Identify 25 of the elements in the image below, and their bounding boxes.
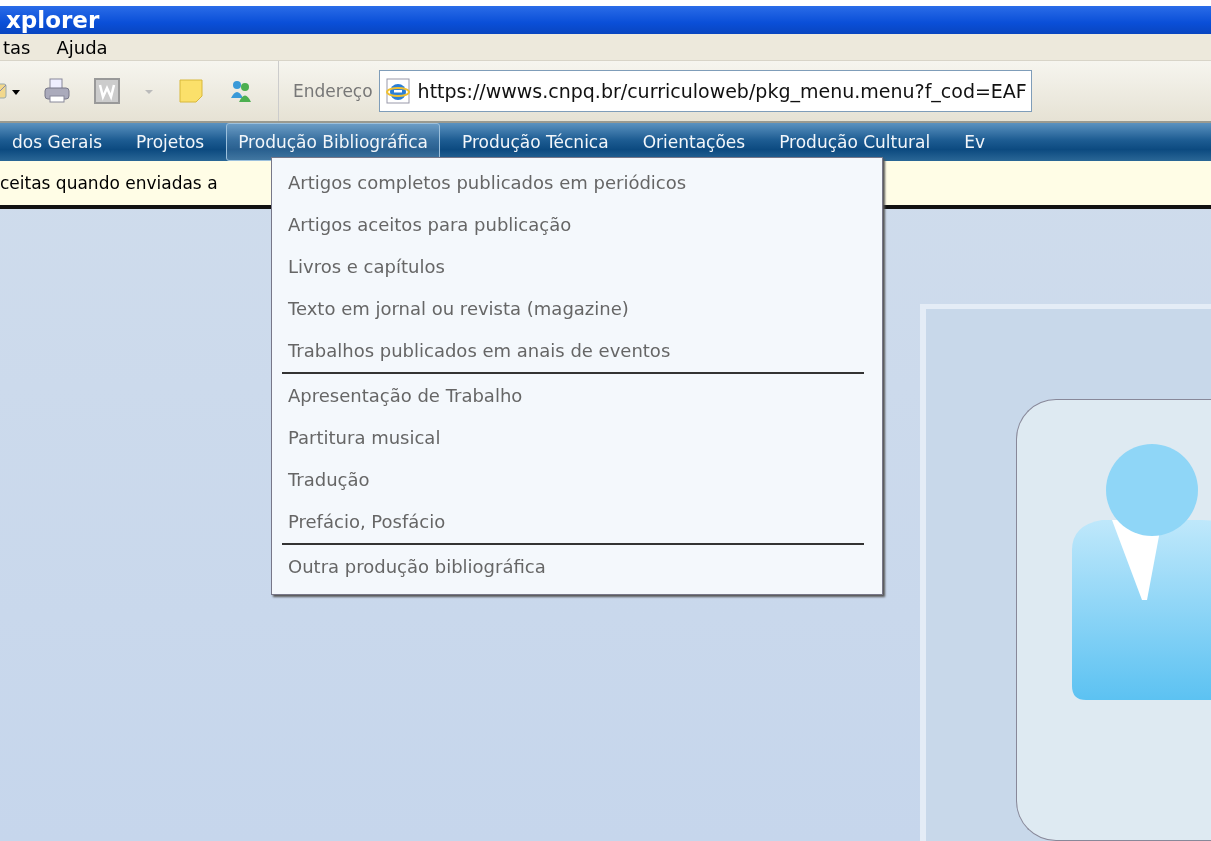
menu-item[interactable]: Texto em jornal ou revista (magazine) bbox=[282, 288, 864, 330]
menu-item[interactable]: Trabalhos publicados em anais de eventos bbox=[282, 330, 864, 372]
menu-item[interactable]: Prefácio, Posfácio bbox=[282, 501, 864, 543]
menu-item[interactable]: Partitura musical bbox=[282, 417, 864, 459]
browser-icon bbox=[383, 77, 412, 105]
address-field[interactable]: https://wwws.cnpq.br/curriculoweb/pkg_menu.menu?f_cod=EAF bbox=[378, 70, 1032, 112]
menu-item[interactable]: Ajuda bbox=[53, 36, 111, 58]
menu-item[interactable]: tas bbox=[0, 36, 34, 58]
nav-tab[interactable]: Produção Cultural bbox=[767, 123, 943, 161]
nav-tab[interactable]: Orientações bbox=[630, 123, 758, 161]
nav-tab[interactable]: Produção Técnica bbox=[449, 123, 621, 161]
notice-text: ceitas quando enviadas a bbox=[0, 173, 218, 193]
nav-tab[interactable]: dos Gerais bbox=[0, 123, 115, 161]
menu-item[interactable]: Apresentação de Trabalho bbox=[282, 374, 864, 417]
menu-item[interactable]: Artigos completos publicados em periódicos bbox=[282, 162, 864, 204]
nav-tab[interactable]: Ev bbox=[952, 123, 997, 161]
window-title: xplorer bbox=[5, 7, 100, 33]
menu-item[interactable]: Artigos aceitos para publicação bbox=[282, 204, 864, 246]
menu-item[interactable]: Tradução bbox=[282, 459, 864, 501]
printer-icon[interactable] bbox=[42, 76, 72, 106]
menu-item[interactable]: Livros e capítulos bbox=[282, 246, 864, 288]
nav-tab[interactable]: Projetos bbox=[124, 123, 217, 161]
menu-item[interactable]: Outra produção bibliográfica bbox=[282, 545, 864, 588]
word-icon[interactable] bbox=[92, 76, 122, 106]
address-label: Endereço bbox=[293, 81, 373, 101]
